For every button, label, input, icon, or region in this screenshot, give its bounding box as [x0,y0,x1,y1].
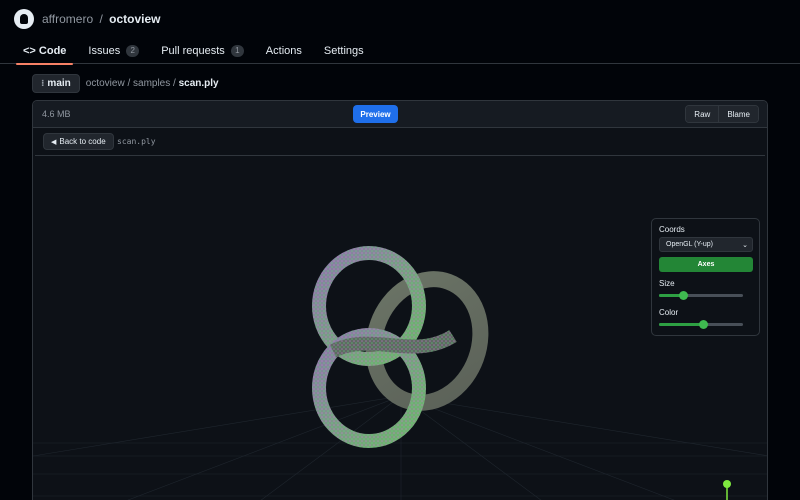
path-prefix[interactable]: octoview / samples / [86,78,179,89]
file-path: octoview / samples / scan.ply [86,78,219,89]
color-slider[interactable] [659,320,743,329]
color-label: Color [659,308,679,317]
point-cloud-knot [312,246,489,448]
point-cloud-canvas[interactable]: Coords OpenGL (Y-up) ⌄ Axes Size Color [33,156,767,500]
blame-button[interactable]: Blame [718,106,758,122]
viewer-file-name: scan.ply [117,137,156,146]
chevron-down-icon: ⌄ [742,241,748,249]
file-header: 4.6 MB Preview Raw Blame [33,101,767,128]
tab-actions-label: Actions [265,44,302,57]
repo-link[interactable]: octoview [109,12,160,26]
top-header: affromero / octoview [0,0,800,37]
grid-floor [33,395,767,500]
back-to-code-button[interactable]: ◀ Back to code [43,133,114,150]
coords-selected-value: OpenGL (Y-up) [666,241,713,248]
viewer-controls-panel: Coords OpenGL (Y-up) ⌄ Axes Size Color [651,218,760,336]
tab-settings[interactable]: Settings [317,37,371,64]
coords-label: Coords [659,225,685,234]
github-logo-icon[interactable] [14,8,34,29]
preview-button[interactable]: Preview [353,105,398,123]
tab-actions[interactable]: Actions [259,37,309,64]
size-label: Size [659,279,675,288]
size-slider-thumb[interactable] [678,291,688,300]
size-slider[interactable] [659,291,743,300]
y-axis-gizmo [723,480,731,500]
tab-code[interactable]: <> Code [16,37,74,65]
coords-select[interactable]: OpenGL (Y-up) ⌄ [659,237,753,252]
issues-count-badge: 2 [126,44,140,57]
tab-issues[interactable]: Issues 2 [81,37,146,64]
tab-settings-label: Settings [323,44,364,57]
branch-selector[interactable]: ⁝ main [32,73,80,93]
back-arrow-icon: ◀ [51,138,57,146]
tab-pull-requests-label: Pull requests [161,44,225,57]
repo-breadcrumb: affromero / octoview [42,12,161,26]
file-viewer: 4.6 MB Preview Raw Blame ◀ Back to code … [32,100,768,500]
back-to-code-label: Back to code [59,137,106,146]
axes-button[interactable]: Axes [659,257,753,272]
owner-link[interactable]: affromero [42,12,93,26]
file-size: 4.6 MB [42,109,71,119]
tab-code-label: <> Code [23,44,67,57]
color-slider-fill [659,323,703,326]
tab-issues-label: Issues [88,44,121,57]
branch-label: main [47,77,71,89]
repo-nav: <> Code Issues 2 Pull requests 1 Actions S… [0,37,800,65]
raw-button[interactable]: Raw [686,106,719,122]
pull-requests-count-badge: 1 [230,44,244,57]
file-actions: Raw Blame [685,105,759,123]
color-slider-thumb[interactable] [698,320,708,329]
breadcrumb-separator: / [99,11,103,26]
file-path-bar: ⁝ main octoview / samples / scan.ply [32,73,219,93]
tab-pull-requests[interactable]: Pull requests 1 [154,37,251,64]
path-file-name: scan.ply [178,77,219,89]
branch-icon: ⁝ [41,77,45,88]
viewer-toolbar: ◀ Back to code scan.ply [35,129,765,156]
